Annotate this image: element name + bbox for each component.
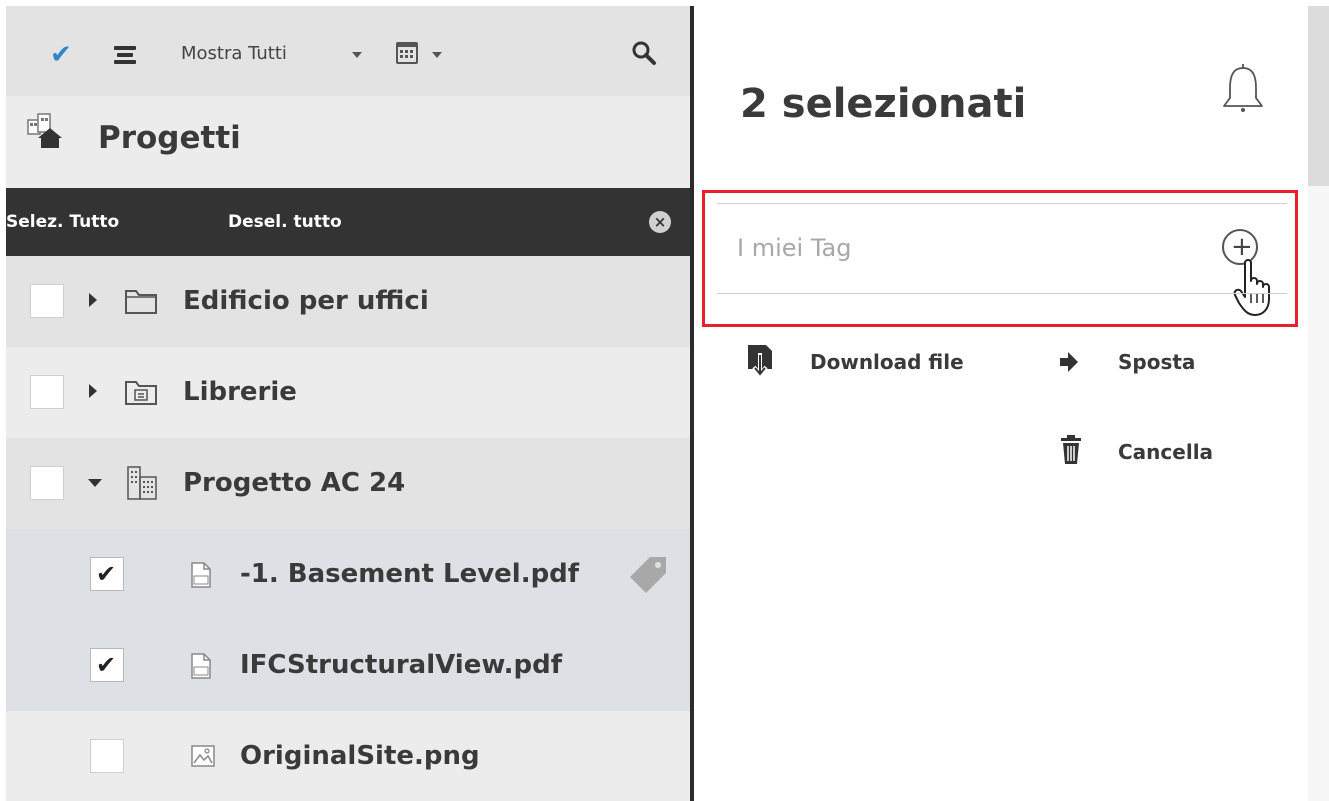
- divider: [717, 203, 1287, 204]
- close-icon[interactable]: ×: [649, 211, 671, 233]
- tree-row-basement-pdf[interactable]: ✔ -1. Basement Level.pdf: [6, 529, 690, 620]
- tree-row-label: -1. Basement Level.pdf: [240, 559, 580, 589]
- row-checkbox[interactable]: ✔: [90, 648, 124, 682]
- image-file-icon: [191, 745, 215, 767]
- tag-icon[interactable]: [626, 553, 670, 597]
- app-window: ✔ Mostra Tutti Progetti Selez. Tutto Des…: [0, 0, 1329, 801]
- projects-icon: [27, 113, 62, 148]
- pdf-file-icon: [191, 653, 211, 679]
- download-icon[interactable]: [746, 343, 774, 377]
- tree-row-label: IFCStructuralView.pdf: [240, 650, 563, 680]
- expand-arrow-icon[interactable]: [89, 384, 97, 398]
- filter-label: Mostra Tutti: [181, 43, 287, 64]
- tree-row-progetto[interactable]: Progetto AC 24: [6, 438, 690, 529]
- arrow-right-icon[interactable]: [1058, 352, 1080, 372]
- trash-icon[interactable]: [1060, 435, 1082, 465]
- panel-divider[interactable]: [690, 6, 694, 801]
- expand-arrow-icon[interactable]: [89, 293, 97, 307]
- row-checkbox[interactable]: [30, 284, 64, 318]
- calendar-icon[interactable]: [396, 42, 418, 64]
- download-file-button[interactable]: Download file: [810, 349, 964, 375]
- row-checkbox[interactable]: ✔: [90, 557, 124, 591]
- tree-row-label: OriginalSite.png: [240, 741, 480, 771]
- row-checkbox[interactable]: [90, 739, 124, 773]
- pdf-file-icon: [191, 562, 211, 588]
- tree-row-edificio[interactable]: Edificio per uffici: [6, 256, 690, 347]
- tag-panel: I miei Tag +: [702, 190, 1298, 327]
- tag-input[interactable]: I miei Tag: [737, 233, 851, 263]
- project-browser-panel: ✔ Mostra Tutti Progetti Selez. Tutto Des…: [6, 6, 690, 801]
- tree-row-label: Edificio per uffici: [183, 286, 429, 316]
- check-icon[interactable]: ✔: [50, 42, 72, 68]
- hand-pointer-icon: [1233, 259, 1270, 316]
- bell-icon[interactable]: [1218, 62, 1268, 118]
- selection-count-title: 2 selezionati: [740, 81, 1027, 127]
- checkmark-icon: ✔: [96, 560, 117, 588]
- folder-icon: [125, 290, 157, 314]
- filter-dropdown[interactable]: Mostra Tutti: [181, 43, 287, 65]
- deselect-all-button[interactable]: Desel. tutto: [228, 212, 342, 232]
- scrollbar-thumb[interactable]: [1308, 6, 1329, 186]
- row-checkbox[interactable]: [30, 375, 64, 409]
- scrollbar[interactable]: [1308, 6, 1329, 801]
- chevron-down-icon: [432, 52, 442, 58]
- move-button[interactable]: Sposta: [1118, 349, 1195, 375]
- search-icon[interactable]: [631, 40, 657, 66]
- tree-row-librerie[interactable]: Librerie: [6, 347, 690, 438]
- selection-bar: Selez. Tutto Desel. tutto ×: [6, 188, 690, 256]
- building-icon: [127, 466, 157, 500]
- list-icon[interactable]: [114, 46, 136, 64]
- divider: [717, 293, 1287, 294]
- browser-toolbar: ✔ Mostra Tutti: [6, 6, 690, 96]
- row-checkbox[interactable]: [30, 466, 64, 500]
- select-all-button[interactable]: Selez. Tutto: [6, 212, 119, 232]
- tree-row-ifc-pdf[interactable]: ✔ IFCStructuralView.pdf: [6, 620, 690, 711]
- collapse-arrow-icon[interactable]: [88, 479, 102, 487]
- page-title: Progetti: [98, 120, 241, 156]
- projects-header: Progetti: [6, 96, 690, 188]
- tree-row-label: Librerie: [183, 377, 297, 407]
- chevron-down-icon: [352, 52, 362, 58]
- tree-row-label: Progetto AC 24: [183, 468, 406, 498]
- library-folder-icon: [125, 381, 157, 405]
- checkmark-icon: ✔: [96, 651, 117, 679]
- tree-row-png[interactable]: OriginalSite.png: [6, 711, 690, 801]
- delete-button[interactable]: Cancella: [1118, 439, 1213, 465]
